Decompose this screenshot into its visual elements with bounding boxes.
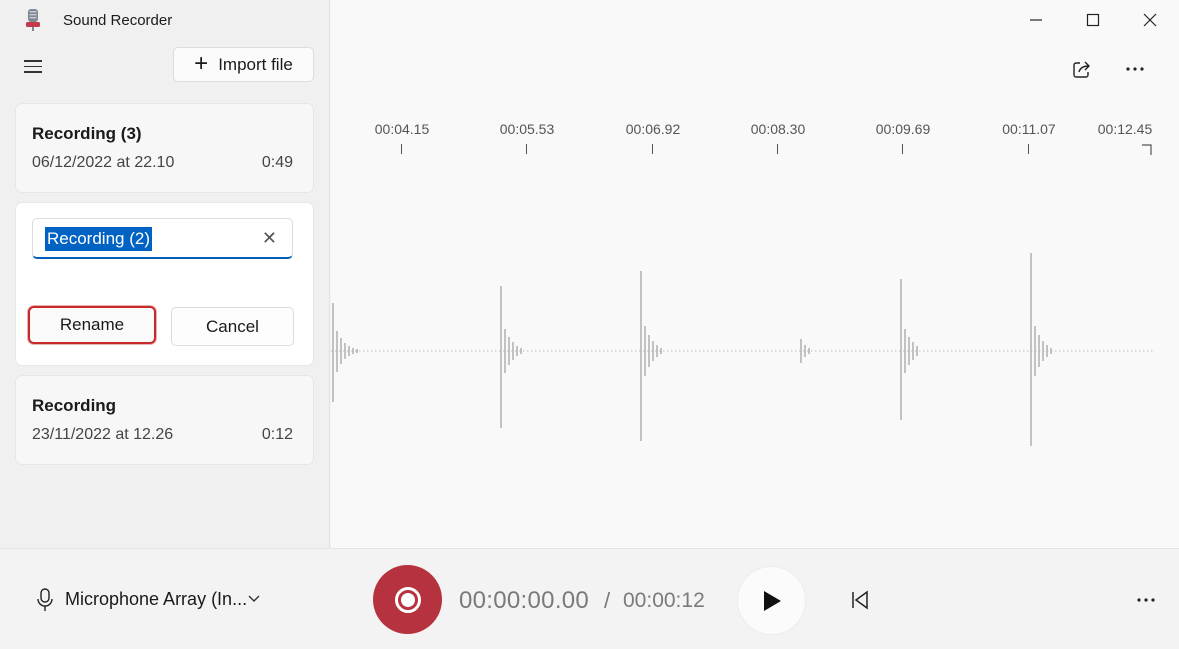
import-file-label: Import file <box>218 54 293 74</box>
tick-mark <box>401 144 402 154</box>
close-icon[interactable] <box>1130 6 1170 34</box>
cancel-button[interactable]: Cancel <box>171 307 294 346</box>
time-separator: / <box>604 588 611 613</box>
plus-icon: + <box>194 49 209 77</box>
timeline-ruler: 00:04.15 00:05.53 00:06.92 00:08.30 00:0… <box>331 118 1179 158</box>
waveform[interactable] <box>331 240 1179 460</box>
recording-duration: 0:49 <box>261 154 293 171</box>
play-button[interactable] <box>737 566 806 635</box>
microphone-app-icon <box>26 9 40 31</box>
tick-mark <box>902 144 903 154</box>
rename-input[interactable]: Recording (2) ✕ <box>32 218 293 259</box>
tick-mark <box>1028 144 1029 154</box>
recording-date: 06/12/2022 at 22.10 <box>32 154 175 171</box>
maximize-icon[interactable] <box>1073 6 1113 34</box>
app-title: Sound Recorder <box>63 12 173 29</box>
rename-selected-text[interactable]: Recording (2) <box>45 227 152 251</box>
rename-card: Recording (2) ✕ Rename Cancel <box>15 202 314 366</box>
total-time: 00:00:12 <box>623 589 705 612</box>
minimize-icon[interactable] <box>1016 6 1056 34</box>
record-icon <box>394 586 421 613</box>
tick-label: 00:12.45 <box>1097 121 1153 137</box>
more-options-button[interactable] <box>1132 587 1160 613</box>
recording-title: Recording (3) <box>32 124 142 143</box>
record-button[interactable] <box>373 565 442 634</box>
microphone-select[interactable]: Microphone Array (In... <box>65 589 247 610</box>
tick-label: 00:06.92 <box>625 121 681 137</box>
recording-date: 23/11/2022 at 12.26 <box>32 426 174 443</box>
chevron-down-icon[interactable] <box>247 594 261 604</box>
current-time: 00:00:00.00 <box>459 587 590 614</box>
tick-label: 00:05.53 <box>499 121 555 137</box>
microphone-icon <box>37 588 53 611</box>
import-file-button[interactable]: + Import file <box>173 47 314 82</box>
tick-mark <box>777 144 778 154</box>
hamburger-icon[interactable] <box>22 56 46 78</box>
playback-bar: Microphone Array (In... 00:00:00.00 / 00… <box>0 548 1179 649</box>
tick-mark <box>526 144 527 154</box>
more-icon[interactable] <box>1121 55 1149 83</box>
recording-duration: 0:12 <box>261 426 293 443</box>
recording-card[interactable]: Recording (3) 06/12/2022 at 22.10 0:49 <box>15 103 314 193</box>
more-icon <box>1137 598 1155 602</box>
tick-label: 00:04.15 <box>374 121 430 137</box>
play-icon <box>763 590 781 611</box>
clear-icon[interactable]: ✕ <box>262 228 277 249</box>
tick-label: 00:09.69 <box>875 121 931 137</box>
tick-label: 00:08.30 <box>750 121 806 137</box>
rename-button[interactable]: Rename <box>28 306 156 344</box>
tick-label: 00:11.07 <box>1002 121 1056 137</box>
skip-back-icon <box>852 590 868 610</box>
recording-title: Recording <box>32 396 117 415</box>
end-marker <box>1142 144 1152 155</box>
share-icon[interactable] <box>1068 55 1096 83</box>
sidebar: Sound Recorder + Import file Recording (… <box>0 0 330 548</box>
tick-mark <box>652 144 653 154</box>
waveform-area: 00:04.15 00:05.53 00:06.92 00:08.30 00:0… <box>331 0 1179 548</box>
recording-card[interactable]: Recording 23/11/2022 at 12.26 0:12 <box>15 375 314 465</box>
skip-back-button[interactable] <box>846 587 874 613</box>
